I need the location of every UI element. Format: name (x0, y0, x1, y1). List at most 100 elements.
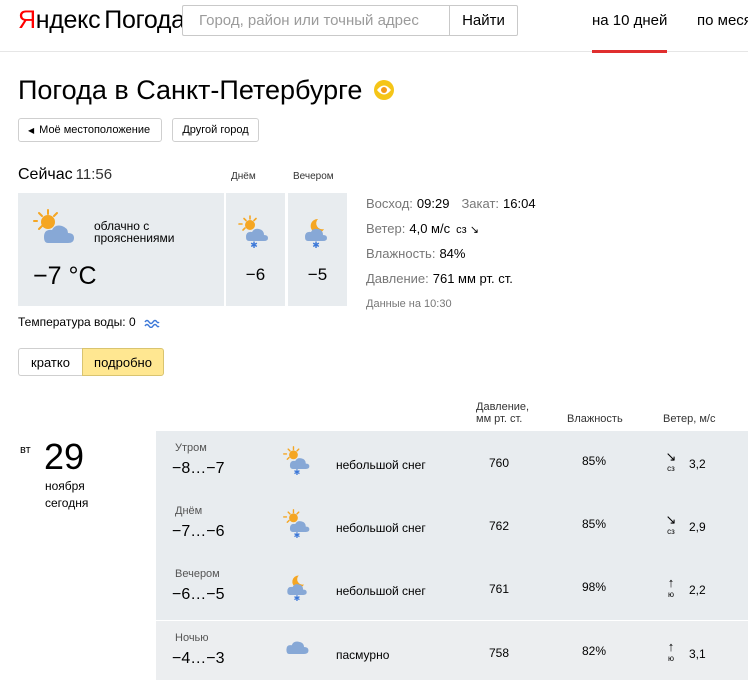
wind-direction: ↘ сз (664, 513, 678, 537)
search-input[interactable] (182, 5, 450, 36)
current-condition: облачно с прояснениями (94, 219, 175, 245)
moon-cloud-snow-icon (282, 572, 312, 602)
sun-times: Восход: 09:29 Закат: 16:04 (366, 196, 536, 211)
sun-cloud-snow-icon (282, 509, 312, 539)
wind-direction: сз ↘ (456, 224, 479, 236)
sun-cloud-snow-icon (238, 215, 270, 249)
water-label: Температура воды: (18, 315, 126, 329)
pressure-value: 761 мм рт. ст. (432, 271, 513, 286)
pressure: 762 (489, 519, 510, 533)
wind-arrow-icon: ↑ (667, 639, 675, 654)
water-value: 0 (128, 315, 136, 329)
condition: пасмурно (336, 648, 390, 662)
wind-direction: ↘ сз (664, 450, 678, 474)
wind-speed: 3,2 (689, 457, 706, 471)
my-location-label: Моё местоположение (39, 124, 151, 136)
forecast-row-evening[interactable]: Вечером −6…−5 небольшой снег 761 98% ↑ ю … (156, 557, 748, 620)
pressure: 758 (489, 646, 510, 660)
condition: небольшой снег (336, 584, 426, 598)
sunset-value: 16:04 (503, 196, 536, 211)
wind-arrow-icon: ↘ (665, 449, 677, 464)
partly-cloudy-icon (33, 209, 79, 245)
my-location-button[interactable]: ◀ Моё местоположение (18, 118, 162, 142)
temperature-range: −8…−7 (172, 460, 225, 477)
logo-service: Погода (104, 6, 185, 34)
humidity: 98% (582, 580, 607, 594)
search-button[interactable]: Найти (449, 5, 518, 36)
condition: небольшой снег (336, 458, 426, 472)
forecast-row-day[interactable]: Днём −7…−6 небольшой снег 762 85% ↘ сз 2,… (156, 494, 748, 557)
relative-day: сегодня (45, 496, 89, 510)
sun-cloud-snow-icon (282, 446, 312, 476)
humidity-value: 84% (439, 246, 466, 261)
sunrise-value: 09:29 (416, 196, 450, 211)
wind-arrow-icon: ↑ (667, 575, 675, 590)
other-city-button[interactable]: Другой город (172, 118, 259, 142)
humidity: 85% (582, 517, 607, 531)
logo-brand: ндекс (35, 6, 101, 34)
wind-speed: 2,9 (689, 520, 706, 534)
wind-speed: 3,1 (689, 647, 706, 661)
now-time: 11:56 (75, 166, 113, 183)
current-temperature: −7 °C (33, 262, 97, 290)
view-toggle: кратко подробно (18, 348, 164, 376)
temperature-range: −7…−6 (172, 523, 225, 540)
pressure-label: Давление: (366, 271, 429, 286)
sunrise-label: Восход: (366, 196, 413, 211)
condition: небольшой снег (336, 521, 426, 535)
water-temperature: Температура воды: 0 (18, 315, 160, 329)
humidity-info: Влажность: 84% (366, 246, 465, 261)
wind-direction-label: ю (668, 654, 674, 663)
day-part: Вечером (175, 568, 220, 580)
humidity-label: Влажность: (366, 246, 436, 261)
view-short-button[interactable]: кратко (18, 348, 82, 376)
wind-arrow-icon: ↘ (665, 512, 677, 527)
tab-10-days[interactable]: на 10 дней (592, 12, 668, 53)
data-timestamp: Данные на 10:30 (366, 298, 452, 310)
evening-forecast-card[interactable]: −5 (288, 193, 347, 306)
now-heading: Сейчас 11:56 (18, 166, 112, 184)
waves-icon (144, 319, 160, 328)
climate-badge-icon[interactable] (371, 78, 397, 102)
humidity-column-header: Влажность (567, 413, 623, 425)
weekday: вт (20, 444, 31, 456)
tab-monthly[interactable]: по меся (697, 12, 748, 29)
pressure: 761 (489, 582, 510, 596)
forecast-row-night[interactable]: Ночью −4…−3 пасмурно 758 82% ↑ ю 3,1 (156, 621, 748, 680)
logo-ya: Я (18, 6, 36, 34)
wind-speed: 2,2 (689, 583, 706, 597)
day-part: Ночью (175, 632, 209, 644)
current-weather-card[interactable]: облачно с прояснениями −7 °C (18, 193, 224, 306)
wind-direction: ↑ ю (664, 640, 678, 664)
location-arrow-icon: ◀ (28, 125, 35, 135)
sunset-label: Закат: (461, 196, 500, 211)
view-detail-button[interactable]: подробно (82, 348, 164, 376)
pressure-info: Давление: 761 мм рт. ст. (366, 271, 513, 286)
day-temperature: −6 (245, 265, 266, 284)
day-column-header: Днём (231, 171, 256, 182)
wind-label: Ветер: (366, 221, 406, 236)
temperature-range: −4…−3 (172, 650, 225, 667)
month-name: ноября (45, 479, 85, 493)
day-number: 29 (44, 436, 85, 477)
wind-value: 4,0 м/с (409, 221, 451, 236)
wind-direction: ↑ ю (664, 576, 678, 600)
pressure-header-line-1: Давление, (476, 401, 530, 413)
day-forecast-card[interactable]: −6 (226, 193, 285, 306)
pressure-header-line-2: мм рт. ст. (476, 413, 523, 425)
humidity: 82% (582, 644, 607, 658)
day-part: Днём (175, 505, 203, 517)
page-title: Погода в Санкт-Петербурге (18, 75, 363, 105)
evening-column-header: Вечером (293, 171, 334, 182)
cloud-icon (282, 632, 312, 662)
evening-temperature: −5 (307, 265, 328, 284)
wind-direction-label: ю (668, 590, 674, 599)
yandex-weather-logo[interactable]: Яндекс Погода (18, 6, 185, 34)
pressure-column-header: Давление, мм рт. ст. (476, 401, 529, 425)
header: ЯндексПогода Найти на 10 дней по меся (0, 0, 748, 53)
humidity: 85% (582, 454, 607, 468)
forecast-row-morning[interactable]: Утром −8…−7 небольшой снег 760 85% ↘ сз 3… (156, 431, 748, 494)
wind-direction-label: сз (667, 527, 675, 536)
wind-direction-label: сз (667, 464, 675, 473)
wind-info: Ветер: 4,0 м/с сз ↘ (366, 221, 479, 236)
